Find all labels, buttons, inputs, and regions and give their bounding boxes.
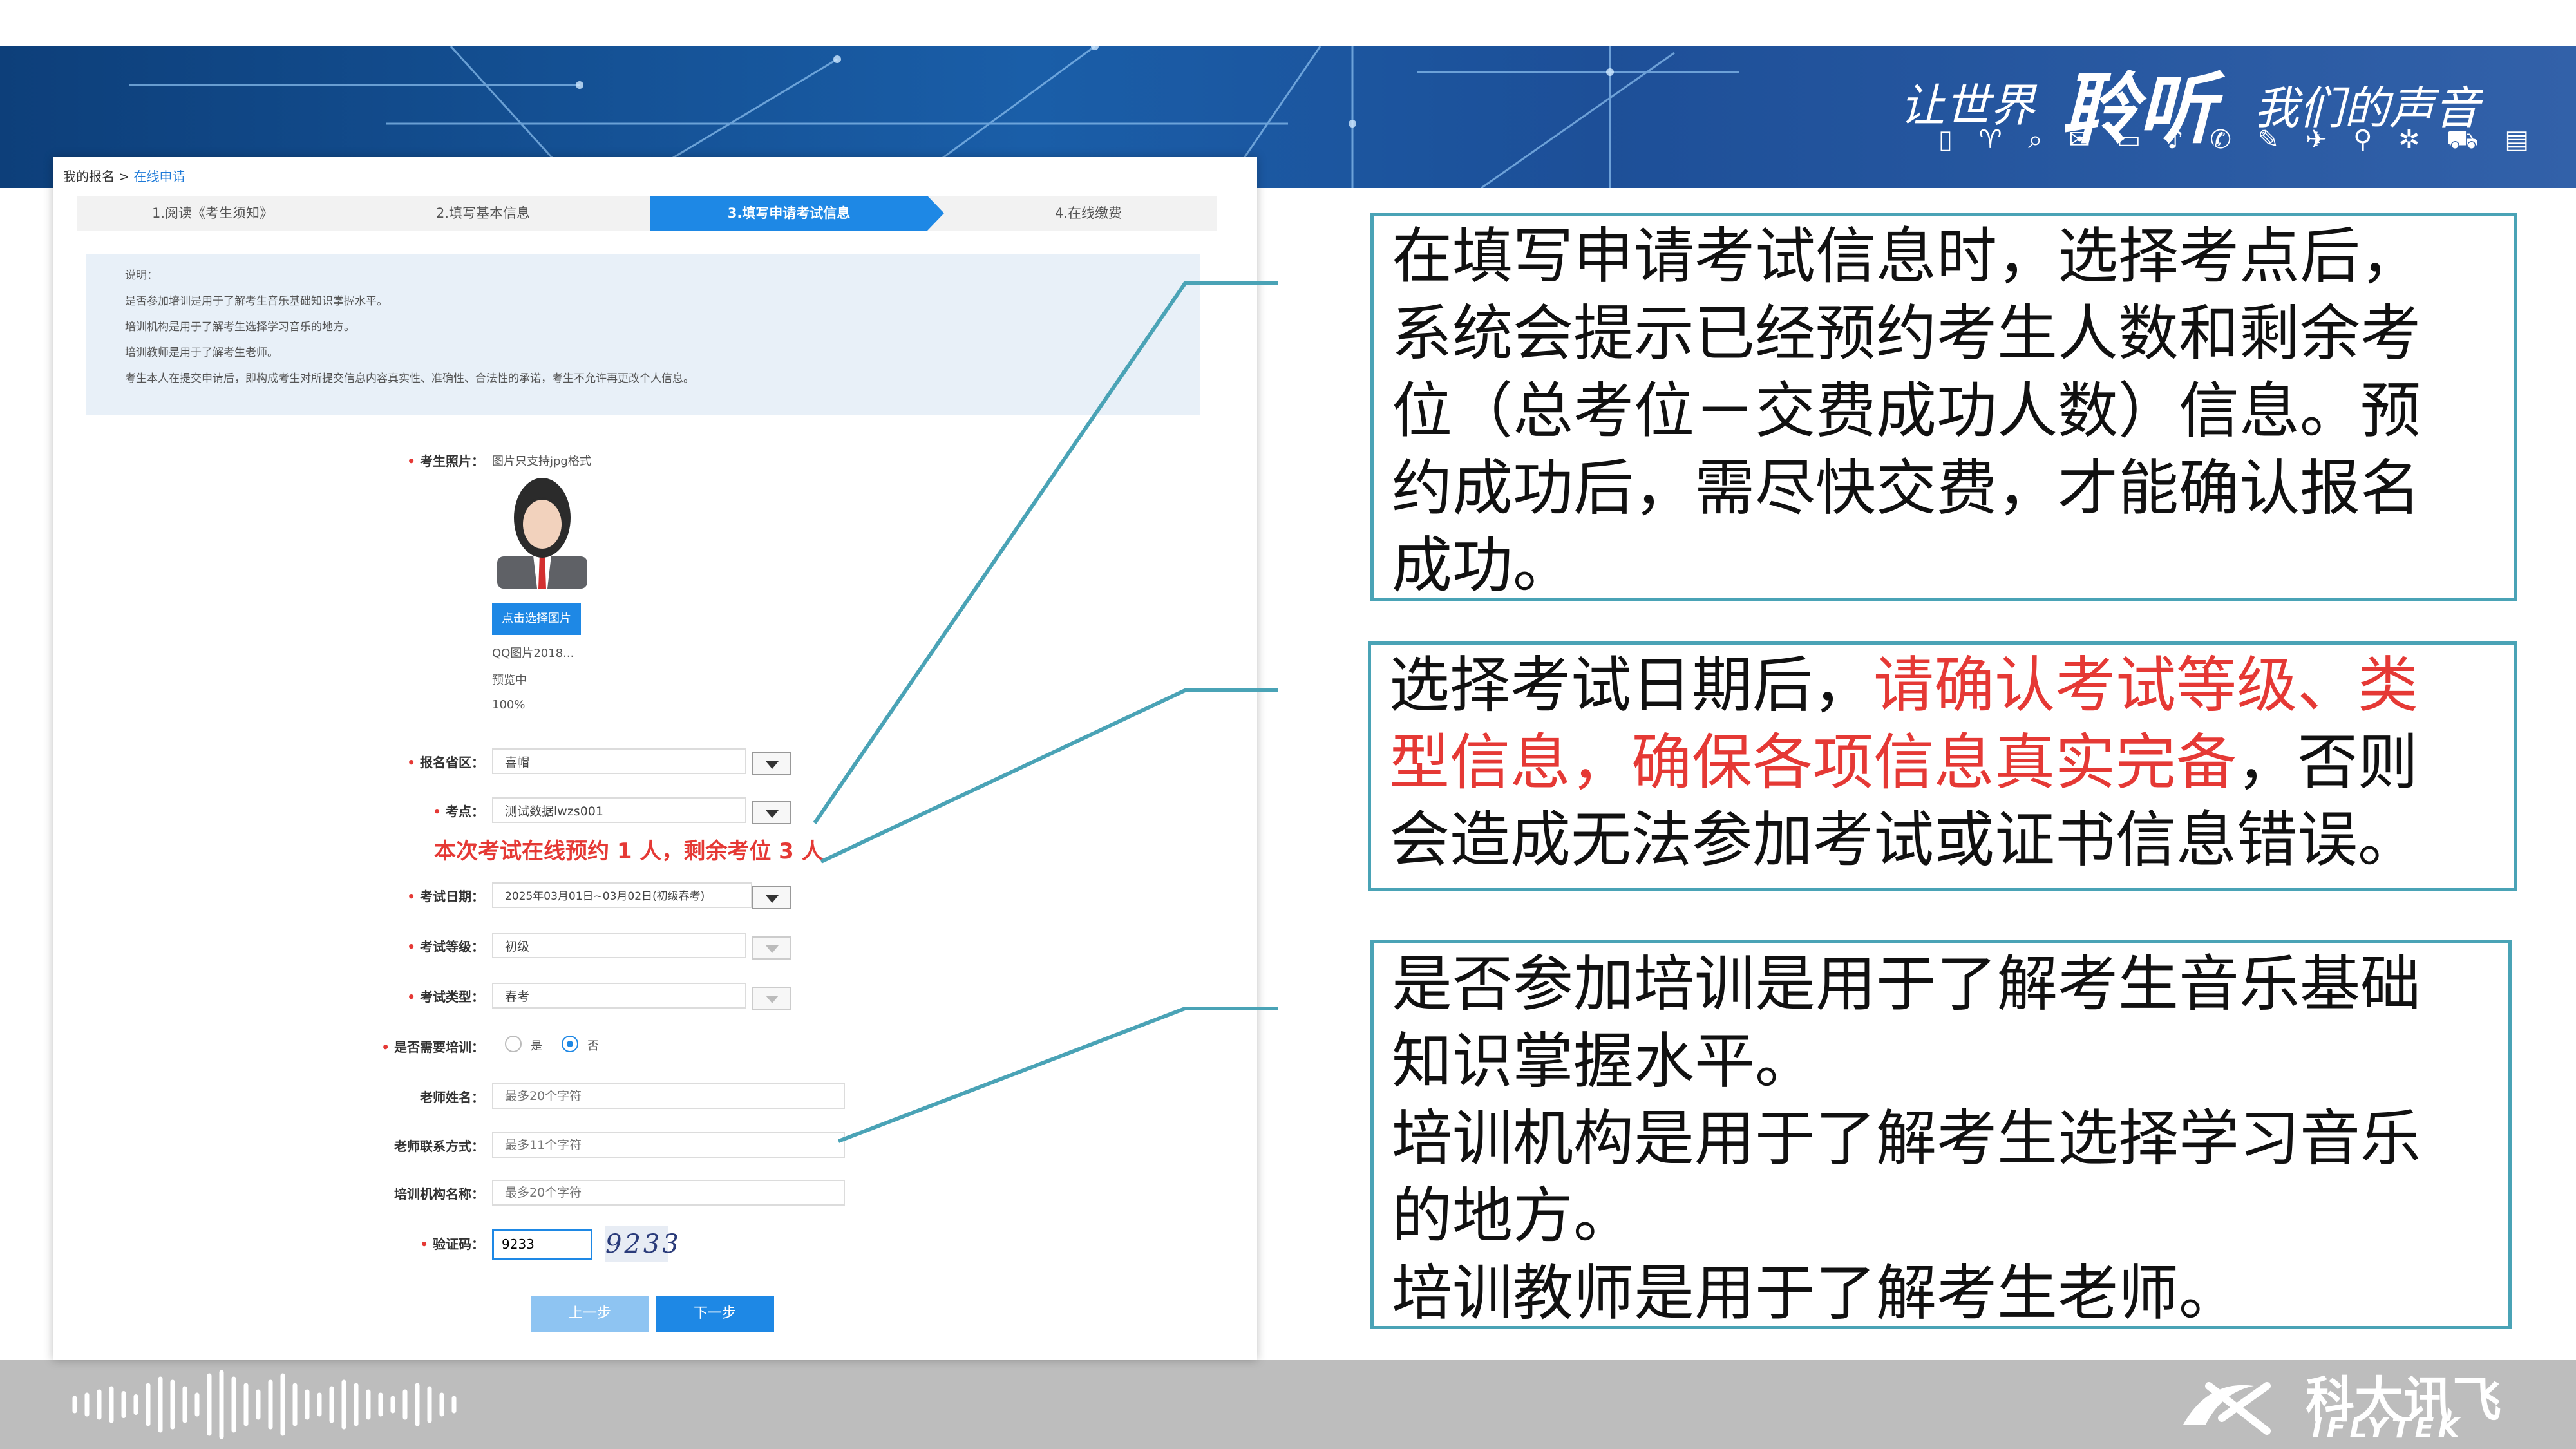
callout-text: ，否则 (2237, 728, 2419, 798)
training-label: • 是否需要培训： (381, 1039, 484, 1055)
exam-type-dropdown-button[interactable] (752, 987, 791, 1010)
callout-text-line: 知识掌握水平。 (1392, 1027, 1816, 1097)
step-4: 4.在线缴费 (1054, 205, 1122, 221)
next-step-button[interactable]: 下一步 (656, 1296, 774, 1332)
footer-bar: 科大讯飞 IFLYTEK (0, 1360, 2576, 1449)
exam-date-dropdown-button[interactable] (752, 886, 791, 909)
callout-text-line: 约成功后，需尽快交费，才能确认报名 (1392, 453, 2421, 524)
step-3-active: 3.填写申请考试信息 (650, 196, 927, 231)
region-label: • 报名省区： (407, 755, 484, 770)
region-select[interactable]: 喜帽 (492, 748, 746, 774)
previous-step-button[interactable]: 上一步 (531, 1296, 649, 1332)
callout-text-line: 培训机构是用于了解考生选择学习音乐 (1392, 1104, 2421, 1174)
training-no-radio[interactable] (562, 1036, 578, 1052)
institution-input[interactable] (492, 1180, 845, 1206)
application-form-screenshot: 我的报名 > 在线申请 1.阅读《考生须知》 2.填写基本信息 3.填写申请考试… (53, 157, 1257, 1360)
teacher-name-label: 老师姓名： (420, 1090, 484, 1105)
training-yes-radio[interactable] (505, 1036, 522, 1052)
callout-text-line: 的地方。 (1392, 1181, 1634, 1251)
step-1: 1.阅读《考生须知》 (151, 205, 274, 221)
select-image-button[interactable]: 点击选择图片 (492, 603, 581, 635)
note-line: 是否参加培训是用于了解考生音乐基础知识掌握水平。 (125, 295, 388, 308)
step-2: 2.填写基本信息 (435, 205, 531, 221)
site-label: • 考点： (433, 804, 484, 819)
step-arrow (927, 196, 944, 231)
training-no-label: 否 (587, 1039, 599, 1053)
exam-date-select[interactable]: 2025年03月01日~03月02日(初级春考) (492, 882, 752, 908)
callout-site-selection: 在填写申请考试信息时，选择考点后， 系统会提示已经预约考生人数和剩余考 位（总考… (1370, 213, 2517, 601)
photo-label: • 考生照片： (407, 453, 484, 469)
upload-status: 预览中 (492, 674, 527, 687)
callout-warning-text: 请确认考试等级、类 (1873, 650, 2419, 721)
instructions-box: 说明： 是否参加培训是用于了解考生音乐基础知识掌握水平。 培训机构是用于了解考生… (86, 254, 1200, 415)
callout-text: 会造成无法参加考试或证书信息错误。 (1389, 805, 2419, 875)
note-line: 培训教师是用于了解考生老师。 (125, 346, 278, 359)
breadcrumb-current[interactable]: 在线申请 (133, 169, 185, 184)
callout-text-line: 成功。 (1392, 531, 1574, 601)
callout-text-line: 位（总考位－交费成功人数）信息。预 (1392, 376, 2421, 446)
note-line: 考生本人在提交申请后，即构成考生对所提交信息内容真实性、准确性、合法性的承诺，考… (125, 372, 694, 385)
availability-hint: 本次考试在线预约 1 人，剩余考位 3 人 (434, 838, 824, 864)
exam-level-select[interactable]: 初级 (492, 933, 746, 958)
callout-text: 选择考试日期后， (1389, 650, 1874, 721)
region-dropdown-button[interactable] (752, 752, 791, 775)
callout-text-line: 培训教师是用于了解考生老师。 (1392, 1258, 2240, 1329)
captcha-input[interactable]: 9233 (492, 1229, 592, 1260)
callout-exam-date: 选择考试日期后，请确认考试等级、类 型信息，确保各项信息真实完备，否则 会造成无… (1368, 641, 2517, 891)
callout-training-info: 是否参加培训是用于了解考生音乐基础 知识掌握水平。 培训机构是用于了解考生选择学… (1370, 940, 2512, 1329)
breadcrumb-separator: > (118, 169, 130, 184)
avatar (497, 478, 587, 589)
note-line: 培训机构是用于了解考生选择学习音乐的地方。 (125, 321, 355, 334)
waveform-icon (72, 1370, 457, 1439)
callout-text-line: 在填写申请考试信息时，选择考点后， (1392, 222, 2421, 292)
training-yes-label: 是 (531, 1039, 542, 1053)
brand-name-en: IFLYTEK (2312, 1412, 2464, 1444)
upload-progress: 100% (492, 698, 526, 712)
breadcrumb: 我的报名 > 在线申请 (63, 166, 185, 185)
institution-label: 培训机构名称： (394, 1186, 484, 1202)
exam-type-select[interactable]: 春考 (492, 983, 746, 1009)
exam-date-label: • 考试日期： (407, 889, 484, 904)
teacher-name-input[interactable] (492, 1083, 845, 1109)
photo-format-hint: 图片只支持jpg格式 (492, 455, 591, 468)
note-title: 说明： (125, 269, 158, 282)
callout-text-line: 是否参加培训是用于了解考生音乐基础 (1392, 949, 2421, 1019)
callout-text-line: 系统会提示已经预约考生人数和剩余考 (1392, 299, 2421, 369)
breadcrumb-home[interactable]: 我的报名 (63, 169, 115, 184)
teacher-contact-input[interactable] (492, 1132, 845, 1158)
iflytek-logo-icon (2183, 1382, 2271, 1435)
teacher-contact-label: 老师联系方式： (394, 1139, 484, 1154)
exam-level-dropdown-button[interactable] (752, 936, 791, 960)
step-progress-bar: 1.阅读《考生须知》 2.填写基本信息 3.填写申请考试信息 4.在线缴费 (77, 196, 1217, 231)
uploaded-file-name: QQ图片2018... (492, 647, 574, 660)
site-select[interactable]: 测试数据lwzs001 (492, 797, 746, 823)
captcha-label: • 验证码： (420, 1236, 484, 1252)
exam-type-label: • 考试类型： (407, 989, 484, 1005)
captcha-image[interactable]: 9233 (605, 1226, 679, 1262)
callout-warning-text: 型信息，确保各项信息真实完备 (1389, 728, 2237, 798)
site-dropdown-button[interactable] (752, 801, 791, 824)
device-icons-row: ▯ ♈ ⌕ ✉ ▭ ♪ ✆ ✎ ✈ ⚲ ✲ ⛟ ▤ (1938, 125, 2539, 155)
exam-level-label: • 考试等级： (407, 939, 484, 954)
